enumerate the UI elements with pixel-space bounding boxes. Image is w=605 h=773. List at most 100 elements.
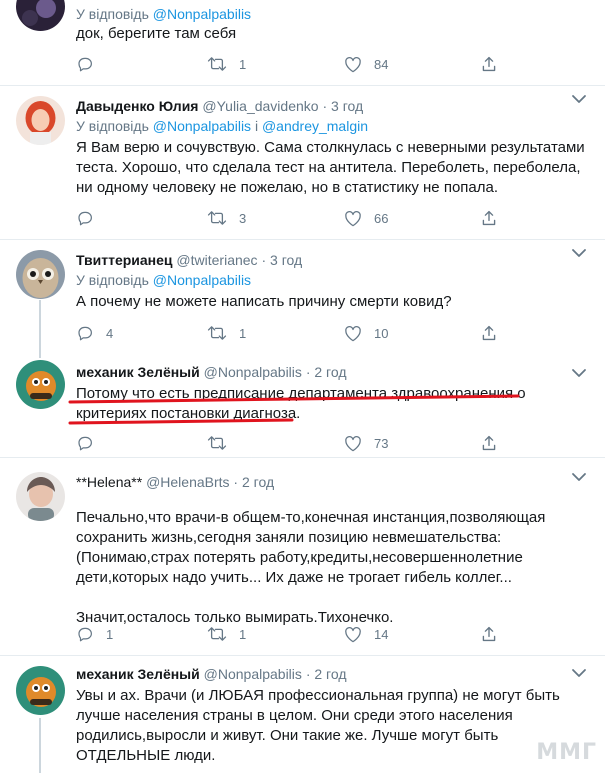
retweet-icon (207, 57, 227, 71)
tweet-text: Печально,что врачи-в общем-то,конечная и… (76, 508, 591, 628)
avatar[interactable] (16, 360, 65, 409)
timestamp[interactable]: 2 год (314, 364, 346, 380)
tweet[interactable]: У відповідь @Nonpalpabilis док, берегите… (0, 0, 605, 86)
reply-icon (78, 57, 92, 72)
mention-link[interactable]: @andrey_malgin (262, 118, 368, 134)
heart-icon (345, 210, 361, 226)
retweet-button[interactable]: 3 (207, 208, 246, 228)
heart-icon (345, 435, 361, 451)
separator: · (261, 252, 267, 268)
author-name[interactable]: механик Зелёный (76, 364, 200, 380)
tweet-text-line: ОТДЕЛЬНЫЕ люди. (76, 747, 216, 764)
share-button[interactable] (481, 323, 497, 343)
like-button[interactable]: 66 (344, 208, 388, 228)
avatar[interactable] (16, 0, 65, 31)
mention-link[interactable]: @Nonpalpabilis (153, 272, 251, 288)
like-button[interactable]: 73 (344, 433, 388, 453)
tweet[interactable]: **Helena** @HelenaBrts · 2 год Печально,… (0, 458, 605, 656)
like-count: 66 (374, 210, 389, 226)
author-handle[interactable]: @twiterianec (176, 252, 257, 268)
author-name[interactable]: **Helena** (76, 474, 142, 490)
author-handle[interactable]: @Nonpalpabilis (204, 364, 302, 380)
share-icon (482, 56, 496, 72)
avatar[interactable] (16, 666, 65, 715)
mention-link[interactable]: @Nonpalpabilis (153, 6, 251, 22)
chevron-down-icon[interactable] (571, 668, 587, 678)
tweet-header: Давыденко Юлия @Yulia_davidenko · 3 год (76, 96, 591, 116)
retweet-count: 1 (239, 325, 247, 341)
tweet-text-line: А почему не можете написать причину смер… (76, 293, 452, 310)
retweet-icon (207, 326, 227, 340)
reply-button[interactable] (76, 54, 106, 74)
retweet-icon (207, 211, 227, 225)
author-handle[interactable]: @Nonpalpabilis (204, 666, 302, 682)
like-count: 10 (374, 325, 389, 341)
retweet-count: 3 (239, 210, 247, 226)
avatar[interactable] (16, 96, 65, 145)
like-button[interactable]: 84 (344, 54, 388, 74)
share-button[interactable] (481, 433, 497, 453)
reply-button[interactable] (76, 433, 106, 453)
tweet-header: Твиттерианец @twiterianec · 3 год (76, 250, 591, 270)
tweet-thread: Твиттерианец @twiterianec · 3 год У відп… (0, 240, 605, 458)
share-button[interactable] (481, 624, 497, 644)
tweet-text-line: родились,выросли и живут. Они такие же. … (76, 727, 499, 744)
reply-context: У відповідь @Nonpalpabilis (76, 270, 591, 290)
separator: · (305, 364, 311, 380)
reply-icon (78, 211, 92, 226)
author-handle[interactable]: @HelenaBrts (146, 474, 229, 490)
chevron-down-icon[interactable] (571, 248, 587, 258)
tweet[interactable]: Давыденко Юлия @Yulia_davidenko · 3 год … (0, 86, 605, 240)
author-name[interactable]: Твиттерианец (76, 252, 173, 268)
reply-button[interactable]: 1 (76, 624, 113, 644)
tweet-text-line: лучше населения страны в целом. Они сред… (76, 707, 513, 724)
timestamp[interactable]: 2 год (242, 474, 274, 490)
retweet-button[interactable] (207, 433, 239, 453)
tweet-text-line: дети,которых надо учить... Их даже не тр… (76, 569, 512, 586)
chevron-down-icon[interactable] (571, 472, 587, 482)
heart-icon (345, 56, 361, 72)
reply-prefix: У відповідь (76, 118, 149, 134)
chevron-down-icon[interactable] (571, 94, 587, 104)
separator: · (233, 474, 239, 490)
heart-icon (345, 325, 361, 341)
avatar[interactable] (16, 472, 65, 521)
tweet-text-line: Увы и ах. Врачи (и ЛЮБАЯ профессиональна… (76, 687, 560, 704)
reply-button[interactable] (76, 208, 106, 228)
author-name[interactable]: Давыденко Юлия (76, 98, 198, 114)
reply-joiner: і (254, 118, 259, 134)
tweet-text: А почему не можете написать причину смер… (76, 292, 591, 312)
tweet-text: док, берегите там себя (76, 24, 591, 44)
tweet-text-line: ни одному человеку не пожелаю, но в стат… (76, 179, 499, 196)
reply-count: 1 (106, 626, 114, 642)
reply-prefix: У відповідь (76, 272, 149, 288)
tweet-text-line: Печально,что врачи-в общем-то,конечная и… (76, 509, 546, 526)
avatar[interactable] (16, 250, 65, 299)
red-underline-annotation (68, 394, 520, 425)
tweet[interactable]: механик Зелёный @Nonpalpabilis · 2 год У… (0, 656, 605, 773)
author-name[interactable]: механик Зелёный (76, 666, 200, 682)
tweet-text: Увы и ах. Врачи (и ЛЮБАЯ профессиональна… (76, 686, 591, 766)
reply-icon (78, 436, 92, 451)
timestamp[interactable]: 3 год (331, 98, 363, 114)
like-button[interactable]: 14 (344, 624, 388, 644)
tweet-header: механик Зелёный @Nonpalpabilis · 2 год (76, 664, 591, 684)
share-button[interactable] (481, 54, 497, 74)
like-button[interactable]: 10 (344, 323, 388, 343)
tweet-text-line: Я Вам верю и сочувствую. Сама столкнулас… (76, 139, 585, 156)
retweet-button[interactable]: 1 (207, 323, 246, 343)
author-handle[interactable]: @Yulia_davidenko (202, 98, 318, 114)
separator: · (322, 98, 328, 114)
reply-icon (78, 326, 92, 341)
retweet-count: 1 (239, 56, 247, 72)
share-button[interactable] (481, 208, 497, 228)
retweet-button[interactable]: 1 (207, 54, 246, 74)
timestamp[interactable]: 2 год (314, 666, 346, 682)
mention-link[interactable]: @Nonpalpabilis (153, 118, 251, 134)
timestamp[interactable]: 3 год (270, 252, 302, 268)
chevron-down-icon[interactable] (571, 368, 587, 378)
reply-context: У відповідь @Nonpalpabilis (76, 4, 591, 24)
retweet-button[interactable]: 1 (207, 624, 246, 644)
reply-button[interactable]: 4 (76, 323, 113, 343)
share-icon (482, 325, 496, 341)
